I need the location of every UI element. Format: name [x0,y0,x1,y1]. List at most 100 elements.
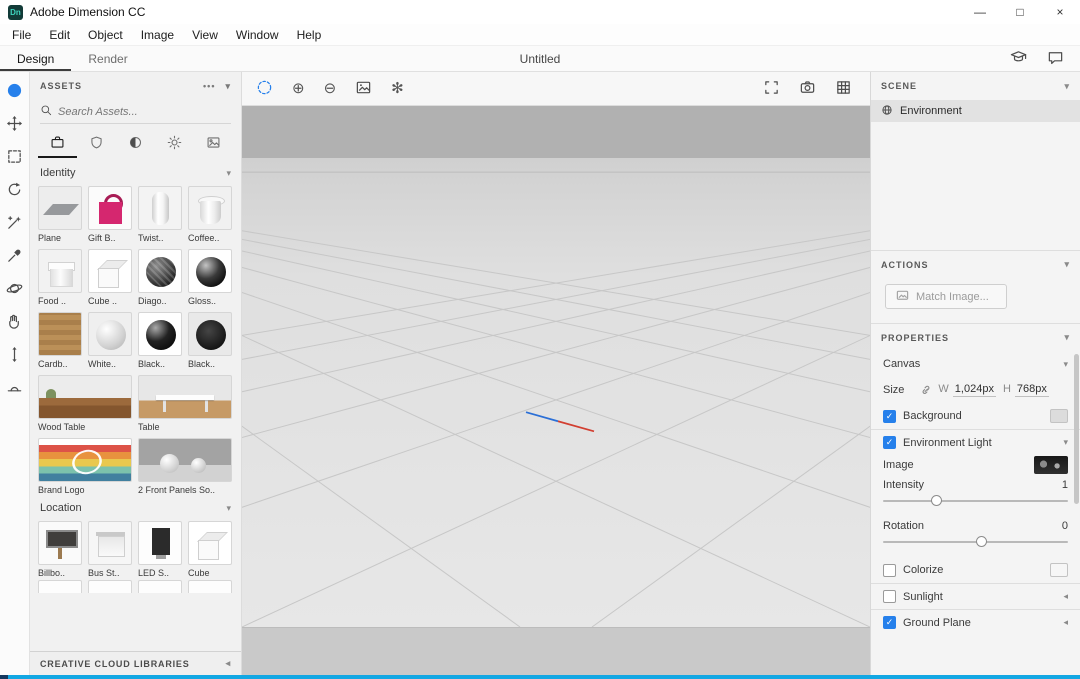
tab-render[interactable]: Render [71,46,144,71]
move-tool[interactable] [6,114,24,132]
maximize-button[interactable]: □ [1000,0,1040,24]
canvas-height-field[interactable]: 768px [1015,383,1049,397]
asset-item[interactable]: Brand Logo [38,438,132,495]
chevron-down-icon[interactable]: ▾ [1063,359,1068,370]
intensity-slider[interactable] [883,495,1068,507]
asset-item[interactable]: Wood Table [38,375,132,432]
asset-item[interactable]: Table [138,375,232,432]
asset-item[interactable]: 2 Front Panels So.. [138,438,232,495]
category-models-icon[interactable] [38,126,77,158]
app-window: Dn Adobe Dimension CC — □ × File Edit Ob… [0,0,1080,679]
undo-tool[interactable] [6,180,24,198]
tab-design[interactable]: Design [0,46,71,71]
section-location[interactable]: Location ▾ [38,495,233,521]
ground-plane-checkbox[interactable]: ✓ [883,616,896,629]
background-color-swatch[interactable] [1050,409,1068,423]
canvas-section-row[interactable]: Canvas ▾ [871,351,1080,377]
scene-item-environment[interactable]: Environment [871,100,1080,122]
canvas-width-field[interactable]: 1,024px [953,383,996,397]
scrollbar[interactable] [1074,354,1079,504]
menu-file[interactable]: File [3,28,40,42]
pan-camera-tool[interactable] [6,312,24,330]
sunlight-row[interactable]: ✓ Sunlight ◂ [871,583,1080,609]
asset-item[interactable]: Billbo.. [38,521,82,578]
asset-item[interactable]: Gloss.. [188,249,232,306]
environment-image-thumbnail[interactable] [1034,456,1068,474]
viewport-canvas[interactable] [242,158,870,627]
asset-item[interactable]: Gift B.. [88,186,132,243]
chevron-down-icon[interactable]: ▾ [225,81,231,92]
marquee-select-tool[interactable] [6,147,24,165]
render-preview-icon[interactable] [835,79,852,99]
colorize-checkbox[interactable]: ✓ [883,564,896,577]
chevron-left-icon[interactable]: ◂ [226,658,231,669]
environment-light-row[interactable]: ✓ Environment Light ▾ [871,429,1080,455]
menu-help[interactable]: Help [288,28,331,42]
colorize-color-swatch[interactable] [1050,563,1068,577]
ground-plane-row[interactable]: ✓ Ground Plane ◂ [871,609,1080,635]
fullscreen-icon[interactable] [763,79,780,99]
menu-window[interactable]: Window [227,28,288,42]
asset-item[interactable]: Twist.. [138,186,182,243]
render-quality-icon[interactable]: ✻ [391,81,404,96]
asset-item[interactable]: Diago.. [138,249,182,306]
horizon-tool[interactable] [6,378,24,396]
sunlight-checkbox[interactable]: ✓ [883,590,896,603]
orbit-camera-tool[interactable] [6,279,24,297]
menu-object[interactable]: Object [79,28,132,42]
magic-wand-tool[interactable] [6,213,24,231]
category-lights-icon[interactable] [155,126,194,158]
creative-cloud-libraries[interactable]: CREATIVE CLOUD LIBRARIES ◂ [30,651,241,675]
intensity-value[interactable]: 1 [1062,479,1068,491]
background-checkbox[interactable]: ✓ [883,410,896,423]
match-image-button[interactable]: Match Image... [885,284,1007,309]
search-input[interactable] [58,106,231,118]
category-images-icon[interactable] [194,126,233,158]
category-materials-icon[interactable] [77,126,116,158]
rotation-slider[interactable] [883,536,1068,548]
environment-light-checkbox[interactable]: ✓ [883,436,896,449]
camera-bookmark-icon[interactable] [799,79,816,99]
category-backgrounds-icon[interactable] [116,126,155,158]
chevron-down-icon[interactable]: ▾ [226,168,231,179]
chevron-down-icon[interactable]: ▾ [1064,259,1070,270]
close-button[interactable]: × [1040,0,1080,24]
asset-item[interactable]: White.. [88,312,132,369]
chevron-down-icon[interactable]: ▾ [226,503,231,514]
region-select-icon[interactable] [256,79,273,99]
zoom-in-icon[interactable]: ⊕ [292,81,305,96]
set-background-icon[interactable] [355,79,372,99]
asset-item[interactable]: Cube .. [88,249,132,306]
zoom-out-icon[interactable]: ⊖ [324,81,337,96]
link-dimensions-icon[interactable] [919,383,931,398]
asset-item[interactable]: Food .. [38,249,82,306]
rotation-slider-knob[interactable] [976,536,987,547]
properties-panel-header: PROPERTIES ▾ [871,323,1080,351]
asset-item[interactable]: Cube [188,521,232,578]
panel-menu-icon[interactable]: ••• [203,81,215,91]
minimize-button[interactable]: — [960,0,1000,24]
asset-item[interactable]: Coffee.. [188,186,232,243]
chevron-down-icon[interactable]: ▾ [1064,81,1070,92]
chevron-left-icon[interactable]: ◂ [1063,617,1068,628]
select-tool[interactable] [6,81,24,99]
chevron-left-icon[interactable]: ◂ [1063,591,1068,602]
comments-icon[interactable] [1047,49,1064,69]
asset-item[interactable]: Bus St.. [88,521,132,578]
chevron-down-icon[interactable]: ▾ [1063,437,1068,448]
education-icon[interactable] [1010,49,1027,69]
menu-edit[interactable]: Edit [40,28,79,42]
section-identity[interactable]: Identity ▾ [38,160,233,186]
dolly-camera-tool[interactable] [6,345,24,363]
menu-view[interactable]: View [183,28,227,42]
chevron-down-icon[interactable]: ▾ [1064,332,1070,343]
rotation-value[interactable]: 0 [1062,520,1068,532]
asset-item[interactable]: Cardb.. [38,312,82,369]
asset-item[interactable]: Black.. [138,312,182,369]
intensity-slider-knob[interactable] [931,495,942,506]
asset-item[interactable]: Black.. [188,312,232,369]
asset-item[interactable]: Plane [38,186,82,243]
eyedropper-tool[interactable] [6,246,24,264]
asset-item[interactable]: LED S.. [138,521,182,578]
menu-image[interactable]: Image [132,28,183,42]
